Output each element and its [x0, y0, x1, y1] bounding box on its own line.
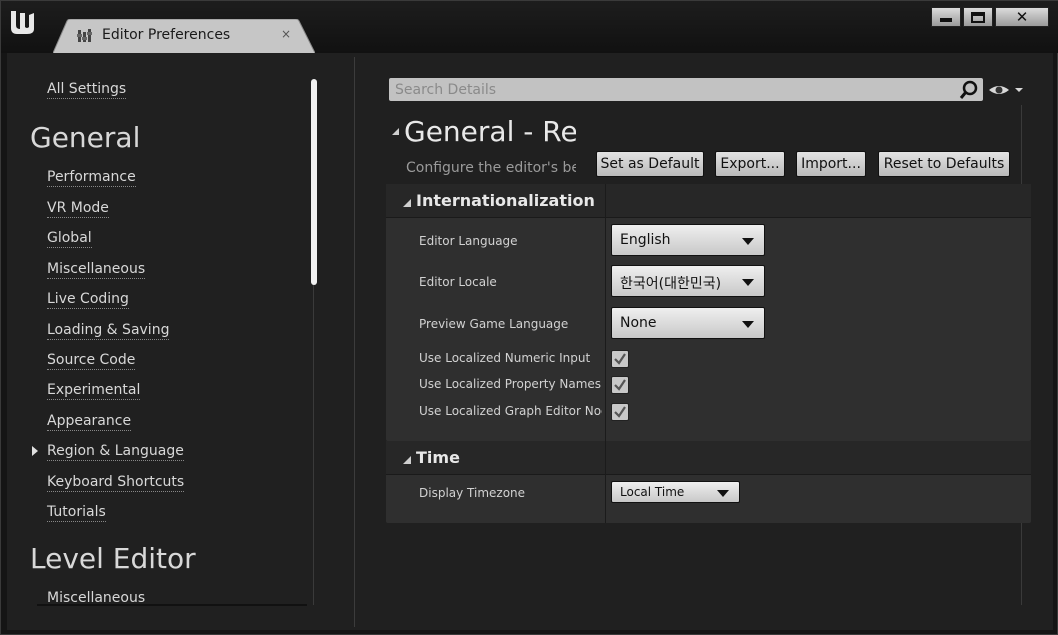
sidebar-item-appearance[interactable]: Appearance: [47, 413, 132, 431]
display-timezone-value: Local Time: [620, 485, 685, 499]
unreal-logo-icon: [7, 7, 39, 39]
minimize-icon: [940, 18, 952, 22]
localized-graph-nodes-checkbox[interactable]: [611, 403, 629, 421]
expand-triangle-icon: [403, 199, 411, 207]
export-button[interactable]: Export...: [715, 151, 785, 177]
sidebar-item-performance[interactable]: Performance: [47, 169, 136, 187]
localized-numeric-checkbox[interactable]: [611, 350, 629, 368]
sidebar-scrollbar[interactable]: [311, 79, 317, 285]
category-internationalization: Internationalization Editor Language Eng…: [386, 184, 1031, 441]
preview-game-language-value: None: [620, 315, 657, 331]
localized-graph-nodes-label: Use Localized Graph Editor Nodes: [419, 404, 602, 418]
category-time: Time Display Timezone Local Time: [386, 441, 1031, 523]
display-timezone-label: Display Timezone: [419, 486, 526, 500]
editor-preferences-icon: [77, 28, 93, 44]
category-header-time[interactable]: Time: [386, 441, 1031, 475]
close-icon: ✕: [1015, 8, 1029, 26]
sidebar-item-tutorials[interactable]: Tutorials: [47, 504, 106, 522]
chevron-down-icon: [742, 279, 754, 286]
minimize-button[interactable]: [931, 7, 961, 27]
set-as-default-button[interactable]: Set as Default: [596, 151, 704, 177]
sidebar-item-loading-saving[interactable]: Loading & Saving: [47, 322, 170, 340]
category-header-internationalization[interactable]: Internationalization: [386, 184, 1031, 218]
import-button[interactable]: Import...: [796, 151, 866, 177]
editor-language-dropdown[interactable]: English: [611, 224, 765, 256]
sidebar-item-miscellaneous[interactable]: Miscellaneous: [47, 261, 146, 279]
close-window-button[interactable]: ✕: [995, 7, 1049, 27]
maximize-icon: [971, 11, 985, 23]
sidebar-item-vr-mode[interactable]: VR Mode: [47, 200, 109, 218]
chevron-down-icon: [742, 238, 754, 245]
editor-locale-dropdown[interactable]: 한국어(대한민국): [611, 265, 765, 297]
editor-locale-label: Editor Locale: [419, 275, 497, 289]
sidebar-section-level-editor: Level Editor: [30, 542, 196, 575]
title-bar: Editor Preferences × ✕: [1, 1, 1058, 53]
preview-game-language-dropdown[interactable]: None: [611, 307, 765, 339]
chevron-down-icon: [742, 321, 754, 328]
sidebar-item-experimental[interactable]: Experimental: [47, 382, 141, 400]
sidebar-item-all-settings[interactable]: All Settings: [47, 81, 127, 99]
search-input[interactable]: [389, 78, 949, 101]
editor-language-value: English: [620, 232, 671, 248]
sidebar-item-region-language[interactable]: Region & Language: [47, 443, 184, 461]
tab-editor-preferences[interactable]: Editor Preferences ×: [53, 19, 315, 53]
column-splitter[interactable]: [605, 184, 606, 441]
sidebar-item-keyboard-shortcuts[interactable]: Keyboard Shortcuts: [47, 474, 185, 492]
editor-preferences-window: Editor Preferences × ✕ All Settings Gene…: [0, 0, 1058, 635]
window-controls: ✕: [931, 7, 1049, 27]
selected-arrow-icon: [32, 446, 38, 456]
category-title: Internationalization: [416, 191, 595, 210]
sidebar-item-source-code[interactable]: Source Code: [47, 352, 136, 370]
reset-to-defaults-button[interactable]: Reset to Defaults: [878, 151, 1010, 177]
collapse-arrow-icon[interactable]: [392, 128, 399, 135]
sidebar-item-live-coding[interactable]: Live Coding: [47, 291, 129, 309]
sidebar-section-general: General: [30, 121, 141, 154]
category-title: Time: [416, 448, 460, 467]
settings-sidebar: All Settings General Performance VR Mode…: [7, 53, 319, 606]
expand-triangle-icon: [403, 456, 411, 464]
panel-divider: [354, 57, 355, 627]
search-details-box: [389, 78, 983, 101]
editor-locale-value: 한국어(대한민국): [620, 276, 722, 292]
sidebar-item-global[interactable]: Global: [47, 230, 92, 248]
maximize-button[interactable]: [963, 7, 993, 27]
content-area: All Settings General Performance VR Mode…: [7, 53, 1053, 630]
checkmark-icon: [614, 406, 626, 418]
search-icon[interactable]: [959, 80, 979, 100]
details-title: General - Region & Language: [404, 115, 576, 148]
sidebar-scroll-track: [313, 285, 314, 605]
checkmark-icon: [614, 379, 626, 391]
details-description: Configure the editor's behavior to use a…: [406, 160, 576, 176]
tab-label: Editor Preferences: [102, 27, 231, 43]
chevron-down-icon: [717, 490, 729, 497]
localized-numeric-label: Use Localized Numeric Input: [419, 351, 591, 365]
localized-property-names-label: Use Localized Property Names: [419, 377, 602, 391]
display-timezone-dropdown[interactable]: Local Time: [611, 481, 740, 503]
editor-language-label: Editor Language: [419, 234, 518, 248]
sidebar-bottom-edge: [37, 604, 307, 606]
preview-game-language-label: Preview Game Language: [419, 317, 569, 331]
tab-close-icon[interactable]: ×: [281, 27, 291, 41]
localized-property-names-checkbox[interactable]: [611, 376, 629, 394]
checkmark-icon: [614, 353, 626, 365]
view-options-eye-icon[interactable]: [988, 82, 1026, 98]
column-splitter[interactable]: [605, 441, 606, 523]
